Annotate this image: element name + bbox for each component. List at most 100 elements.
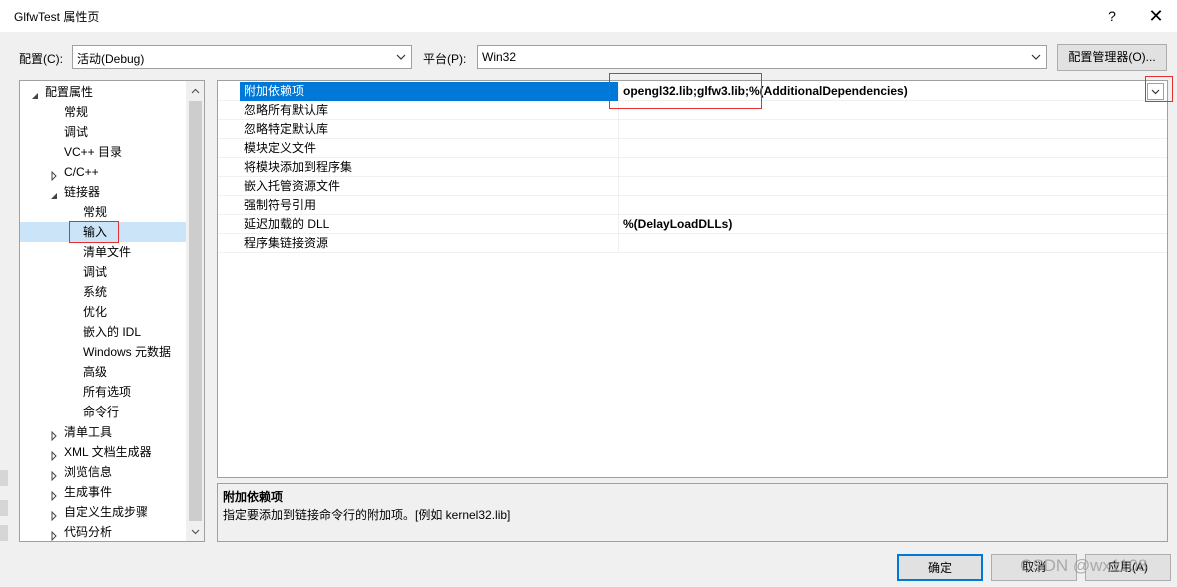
tree-item-label: 输入 bbox=[83, 225, 108, 239]
tree-item-label: XML 文档生成器 bbox=[64, 445, 152, 459]
value-dropdown-button[interactable] bbox=[1147, 83, 1164, 100]
chevron-down-icon bbox=[1151, 89, 1160, 95]
platform-value: Win32 bbox=[482, 50, 517, 64]
tree-item[interactable]: 优化 bbox=[20, 302, 186, 322]
tree-item[interactable]: 高级 bbox=[20, 362, 186, 382]
property-name: 附加依赖项 bbox=[240, 82, 618, 101]
property-value[interactable]: opengl32.lib;glfw3.lib;%(AdditionalDepen… bbox=[618, 82, 1167, 101]
scroll-down-icon[interactable] bbox=[190, 526, 201, 537]
tree-item-label: 优化 bbox=[83, 305, 108, 319]
property-name: 模块定义文件 bbox=[244, 141, 317, 155]
scroll-up-icon[interactable] bbox=[190, 86, 201, 97]
config-combo[interactable]: 活动(Debug) bbox=[72, 45, 412, 69]
property-value[interactable] bbox=[618, 234, 1167, 253]
property-row[interactable]: 附加依赖项 opengl32.lib;glfw3.lib;%(Additional… bbox=[218, 82, 1167, 101]
tree-expanded-icon[interactable] bbox=[30, 87, 40, 99]
watermark: CSDN @wx1108 bbox=[1020, 556, 1148, 575]
property-value[interactable] bbox=[618, 196, 1167, 215]
tree-item[interactable]: C/C++ bbox=[20, 162, 186, 182]
property-name: 强制符号引用 bbox=[244, 198, 317, 212]
property-value[interactable] bbox=[618, 101, 1167, 120]
tree-item[interactable]: 配置属性 bbox=[20, 82, 186, 102]
property-row[interactable]: 强制符号引用 bbox=[218, 196, 1167, 215]
property-value[interactable] bbox=[618, 139, 1167, 158]
tree-item-label: 链接器 bbox=[64, 185, 101, 199]
tree-item[interactable]: 调试 bbox=[20, 122, 186, 142]
category-tree: 配置属性 常规 调试 VC++ 目录 C/C++ 链接器 常规 输入 清单文件 调试 系统 优化 嵌入的… bbox=[19, 80, 205, 542]
property-value[interactable] bbox=[618, 177, 1167, 196]
tree-item[interactable]: 命令行 bbox=[20, 402, 186, 422]
property-name: 程序集链接资源 bbox=[244, 236, 329, 250]
tree-expanded-icon[interactable] bbox=[49, 187, 59, 199]
title-bar: GlfwTest 属性页 ? ✕ bbox=[0, 0, 1177, 32]
tree-item-label: 浏览信息 bbox=[64, 465, 113, 479]
tree-item-label: 清单工具 bbox=[64, 425, 113, 439]
property-row[interactable]: 忽略特定默认库 bbox=[218, 120, 1167, 139]
tree-item[interactable]: 清单文件 bbox=[20, 242, 186, 262]
property-name: 嵌入托管资源文件 bbox=[244, 179, 341, 193]
tree-collapsed-icon[interactable] bbox=[49, 467, 59, 482]
tree-item-label: 常规 bbox=[64, 105, 89, 119]
tree-collapsed-icon[interactable] bbox=[49, 427, 59, 442]
tree-item[interactable]: 常规 bbox=[20, 102, 186, 122]
tree-collapsed-icon[interactable] bbox=[49, 447, 59, 462]
property-grid: 附加依赖项 opengl32.lib;glfw3.lib;%(Additional… bbox=[217, 80, 1168, 478]
property-value[interactable] bbox=[618, 120, 1167, 139]
property-row[interactable]: 忽略所有默认库 bbox=[218, 101, 1167, 120]
property-value[interactable]: %(DelayLoadDLLs) bbox=[618, 215, 1167, 234]
tree-item-label: 常规 bbox=[83, 205, 108, 219]
tree-item[interactable]: 代码分析 bbox=[20, 522, 186, 541]
tree-collapsed-icon[interactable] bbox=[49, 507, 59, 522]
tree-item-label: 所有选项 bbox=[83, 385, 132, 399]
tree-item[interactable]: VC++ 目录 bbox=[20, 142, 186, 162]
description-text: 指定要添加到链接命令行的附加项。[例如 kernel32.lib] bbox=[223, 508, 511, 522]
tree-item[interactable]: 浏览信息 bbox=[20, 462, 186, 482]
description-panel: 附加依赖项 指定要添加到链接命令行的附加项。[例如 kernel32.lib] bbox=[217, 483, 1168, 542]
tree-item-label: 命令行 bbox=[83, 405, 120, 419]
ok-button[interactable]: 确定 bbox=[897, 554, 983, 581]
background-window-edge bbox=[0, 525, 8, 541]
tree-item[interactable]: 输入 bbox=[20, 222, 186, 242]
tree-item[interactable]: 系统 bbox=[20, 282, 186, 302]
tree-item-label: 清单文件 bbox=[83, 245, 132, 259]
tree-item-label: C/C++ bbox=[64, 165, 99, 179]
tree-item[interactable]: 所有选项 bbox=[20, 382, 186, 402]
tree-item-label: 调试 bbox=[83, 265, 108, 279]
property-row[interactable]: 模块定义文件 bbox=[218, 139, 1167, 158]
chevron-down-icon bbox=[395, 50, 407, 64]
tree-scrollbar[interactable] bbox=[186, 81, 204, 541]
property-value[interactable] bbox=[618, 158, 1167, 177]
description-title: 附加依赖项 bbox=[223, 490, 284, 504]
tree-item-label: 代码分析 bbox=[64, 525, 113, 539]
tree-item-label: Windows 元数据 bbox=[83, 345, 172, 359]
tree-collapsed-icon[interactable] bbox=[49, 167, 59, 182]
property-name: 忽略所有默认库 bbox=[244, 103, 329, 117]
window-title: GlfwTest 属性页 bbox=[14, 10, 100, 24]
platform-combo[interactable]: Win32 bbox=[477, 45, 1047, 69]
property-row[interactable]: 程序集链接资源 bbox=[218, 234, 1167, 253]
tree-item[interactable]: 常规 bbox=[20, 202, 186, 222]
tree-item[interactable]: XML 文档生成器 bbox=[20, 442, 186, 462]
config-value: 活动(Debug) bbox=[77, 52, 145, 66]
tree-collapsed-icon[interactable] bbox=[49, 527, 59, 541]
config-manager-button[interactable]: 配置管理器(O)... bbox=[1057, 44, 1167, 71]
tree-item[interactable]: 调试 bbox=[20, 262, 186, 282]
tree-item[interactable]: 链接器 bbox=[20, 182, 186, 202]
tree-item[interactable]: Windows 元数据 bbox=[20, 342, 186, 362]
property-row[interactable]: 嵌入托管资源文件 bbox=[218, 177, 1167, 196]
tree-item-label: 系统 bbox=[83, 285, 108, 299]
tree-item[interactable]: 清单工具 bbox=[20, 422, 186, 442]
tree-item[interactable]: 嵌入的 IDL bbox=[20, 322, 186, 342]
tree-item[interactable]: 生成事件 bbox=[20, 482, 186, 502]
property-row[interactable]: 将模块添加到程序集 bbox=[218, 158, 1167, 177]
platform-label: 平台(P): bbox=[423, 52, 467, 66]
tree-item-label: 调试 bbox=[64, 125, 89, 139]
tree-scroll-thumb[interactable] bbox=[189, 101, 202, 521]
tree-collapsed-icon[interactable] bbox=[49, 487, 59, 502]
tree-item[interactable]: 自定义生成步骤 bbox=[20, 502, 186, 522]
help-icon[interactable]: ? bbox=[1098, 4, 1126, 28]
property-name: 忽略特定默认库 bbox=[244, 122, 329, 136]
close-icon[interactable]: ✕ bbox=[1142, 4, 1170, 28]
property-row[interactable]: 延迟加载的 DLL %(DelayLoadDLLs) bbox=[218, 215, 1167, 234]
config-label: 配置(C): bbox=[19, 52, 63, 66]
